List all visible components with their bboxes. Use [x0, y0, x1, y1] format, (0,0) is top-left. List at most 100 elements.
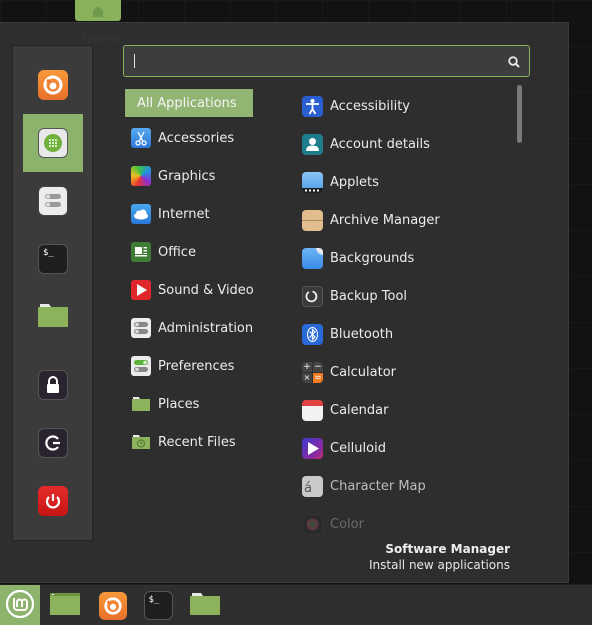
- category-recent-files[interactable]: Recent Files: [124, 427, 254, 457]
- color-icon: [302, 513, 323, 535]
- app-label: Calculator: [330, 364, 397, 380]
- app-accessibility[interactable]: Accessibility: [302, 93, 507, 119]
- calendar-icon: [302, 399, 323, 421]
- category-label: Internet: [158, 206, 210, 222]
- search-icon[interactable]: [507, 54, 521, 68]
- category-label: Administration: [158, 320, 254, 336]
- app-label: Celluloid: [330, 440, 386, 456]
- category-all-applications[interactable]: All Applications: [124, 88, 254, 118]
- lock-icon: [38, 370, 68, 400]
- recent-folder-icon: [131, 432, 151, 452]
- character-map-icon: á: [302, 475, 323, 497]
- category-label: Accessories: [158, 130, 235, 146]
- category-places[interactable]: Places: [124, 389, 254, 419]
- category-label: Places: [158, 396, 200, 412]
- app-label: Account details: [330, 136, 430, 152]
- folder-icon: [189, 591, 221, 621]
- app-character-map[interactable]: á Character Map: [302, 473, 507, 499]
- app-color[interactable]: Color: [302, 511, 507, 537]
- taskbar-firefox[interactable]: [95, 585, 131, 625]
- sidebar-item-software-manager[interactable]: [23, 114, 83, 172]
- favorites-sidebar: $_: [12, 45, 93, 541]
- software-manager-icon: [38, 128, 68, 158]
- sidebar-item-terminal[interactable]: $_: [23, 230, 83, 288]
- category-preferences[interactable]: Preferences: [124, 351, 254, 381]
- firefox-icon: [99, 591, 127, 620]
- app-label: Applets: [330, 174, 379, 190]
- category-internet[interactable]: Internet: [124, 199, 254, 229]
- sidebar-item-quit[interactable]: [23, 472, 83, 530]
- app-label: Bluetooth: [330, 326, 394, 342]
- app-backup-tool[interactable]: Backup Tool: [302, 283, 507, 309]
- calculator-icon: + − × =: [302, 361, 323, 383]
- graphics-icon: [131, 166, 151, 186]
- selected-app-description: Install new applications: [369, 558, 510, 572]
- sidebar-item-system-settings[interactable]: [23, 172, 83, 230]
- app-label: Archive Manager: [330, 212, 440, 228]
- app-bluetooth[interactable]: Bluetooth: [302, 321, 507, 347]
- sidebar-item-files[interactable]: [23, 288, 83, 346]
- category-administration[interactable]: Administration: [124, 313, 254, 343]
- search-box[interactable]: [123, 45, 530, 77]
- app-celluloid[interactable]: Celluloid: [302, 435, 507, 461]
- power-icon: [38, 486, 68, 516]
- sidebar-item-lock-screen[interactable]: [23, 356, 83, 414]
- accessibility-icon: [302, 95, 323, 117]
- taskbar-files[interactable]: [187, 585, 223, 625]
- category-accessories[interactable]: Accessories: [124, 123, 254, 153]
- category-label: Graphics: [158, 168, 216, 184]
- app-label: Backgrounds: [330, 250, 415, 266]
- home-tab[interactable]: [75, 0, 121, 21]
- app-calculator[interactable]: + − × = Calculator: [302, 359, 507, 385]
- backgrounds-icon: [302, 247, 323, 269]
- selected-app-title: Software Manager: [385, 542, 510, 556]
- app-label: Character Map: [330, 478, 426, 494]
- celluloid-icon: [302, 437, 323, 459]
- category-label: Recent Files: [158, 434, 236, 450]
- user-icon: [302, 133, 323, 155]
- app-applets[interactable]: Applets: [302, 169, 507, 195]
- toggles-icon: [131, 318, 151, 338]
- taskbar-show-desktop[interactable]: [47, 585, 83, 625]
- play-icon: [131, 280, 151, 300]
- category-label: All Applications: [137, 95, 237, 111]
- scissors-icon: [131, 128, 151, 148]
- logout-icon: [38, 428, 68, 458]
- sidebar-item-firefox[interactable]: [23, 56, 83, 114]
- applets-icon: [302, 171, 323, 193]
- category-office[interactable]: Office: [124, 237, 254, 267]
- category-label: Office: [158, 244, 196, 260]
- show-desktop-icon: [49, 591, 81, 621]
- app-account-details[interactable]: Account details: [302, 131, 507, 157]
- toggles-icon: [38, 186, 68, 216]
- app-label: Backup Tool: [330, 288, 408, 304]
- text-cursor: [134, 54, 135, 68]
- taskbar: $_: [0, 584, 592, 625]
- preferences-icon: [131, 356, 151, 376]
- app-list-scrollbar[interactable]: [517, 85, 522, 143]
- app-archive-manager[interactable]: Archive Manager: [302, 207, 507, 233]
- category-label: Preferences: [158, 358, 235, 374]
- category-graphics[interactable]: Graphics: [124, 161, 254, 191]
- taskbar-terminal[interactable]: $_: [140, 585, 176, 625]
- app-label: Accessibility: [330, 98, 410, 114]
- app-label: Calendar: [330, 402, 389, 418]
- linux-mint-logo-icon: [5, 589, 35, 623]
- backup-icon: [302, 285, 323, 307]
- firefox-icon: [38, 70, 68, 100]
- folder-icon: [131, 394, 151, 414]
- office-icon: [131, 242, 151, 262]
- terminal-icon: $_: [38, 244, 68, 274]
- app-backgrounds[interactable]: Backgrounds: [302, 245, 507, 271]
- folder-icon: [37, 302, 69, 332]
- category-label: Sound & Video: [158, 282, 254, 298]
- menu-button[interactable]: [0, 585, 40, 625]
- app-calendar[interactable]: Calendar: [302, 397, 507, 423]
- home-icon: [92, 5, 104, 17]
- sidebar-item-logout[interactable]: [23, 414, 83, 472]
- category-sound-video[interactable]: Sound & Video: [124, 275, 254, 305]
- bluetooth-icon: [302, 323, 323, 345]
- search-input[interactable]: [132, 50, 502, 72]
- archive-icon: [302, 209, 323, 231]
- cloud-icon: [131, 204, 151, 224]
